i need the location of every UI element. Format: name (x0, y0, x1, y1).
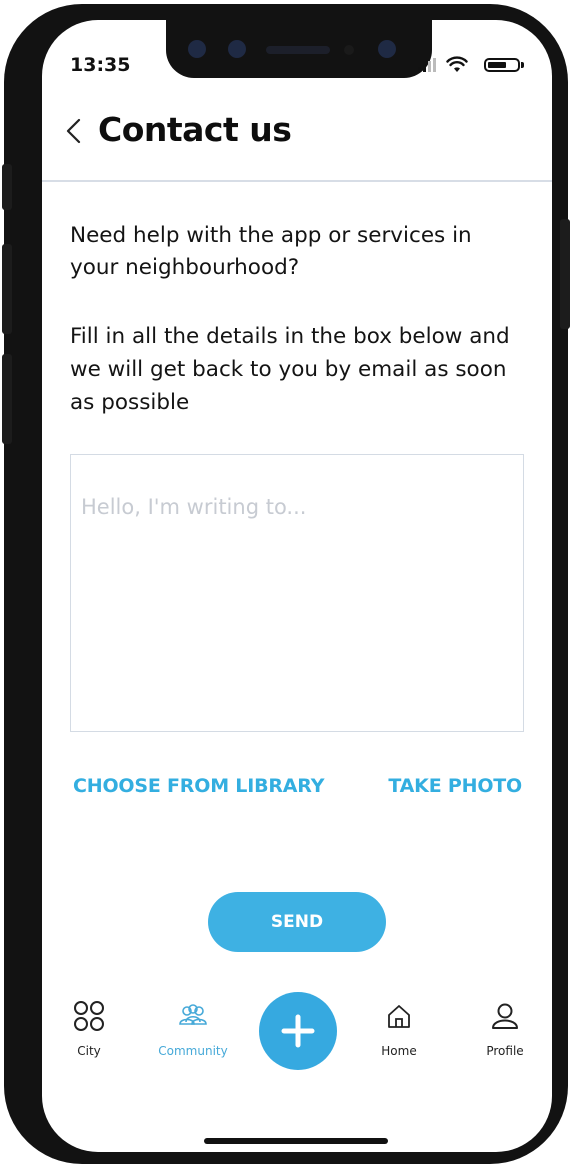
add-button[interactable] (259, 992, 337, 1070)
instructions-text: Fill in all the details in the box below… (70, 324, 510, 415)
grid-circles-icon (74, 1001, 104, 1031)
phone-frame: 13:35 Contact us Need help with the app … (2, 4, 570, 1164)
tab-profile[interactable]: Profile (460, 996, 550, 1058)
sensor (344, 45, 354, 55)
power-button (560, 219, 570, 329)
status-time: 13:35 (70, 54, 131, 76)
back-chevron-icon[interactable] (62, 116, 86, 146)
tab-city[interactable]: City (44, 996, 134, 1058)
message-box (70, 454, 524, 732)
volume-down-button (2, 354, 12, 444)
send-button[interactable]: SEND (208, 892, 386, 952)
message-input[interactable] (71, 455, 523, 731)
volume-up-button (2, 244, 12, 334)
community-icon (179, 1004, 207, 1025)
home-indicator (204, 1138, 388, 1144)
tab-label: Home (381, 1044, 417, 1058)
tab-community[interactable]: Community (148, 996, 238, 1058)
tab-label: City (77, 1044, 101, 1058)
signal-icon (418, 58, 438, 72)
profile-icon (492, 1003, 518, 1029)
silent-switch (2, 164, 12, 210)
take-photo-link[interactable]: TAKE PHOTO (388, 775, 522, 797)
wifi-icon (446, 56, 468, 72)
page-title: Contact us (98, 110, 292, 149)
choose-from-library-link[interactable]: CHOOSE FROM LIBRARY (73, 775, 324, 797)
tab-home[interactable]: Home (354, 996, 444, 1058)
battery-icon (484, 58, 524, 72)
header: Contact us (42, 98, 552, 182)
tab-label: Profile (486, 1044, 524, 1058)
sensor (228, 40, 246, 58)
home-icon (388, 1005, 410, 1028)
notch (166, 20, 432, 78)
screen: 13:35 Contact us Need help with the app … (42, 20, 552, 1152)
tab-label: Community (158, 1044, 228, 1058)
front-camera (378, 40, 396, 58)
speaker (266, 46, 330, 54)
intro-text: Need help with the app or services in yo… (70, 223, 472, 280)
plus-icon (281, 1014, 315, 1048)
sensor (188, 40, 206, 58)
